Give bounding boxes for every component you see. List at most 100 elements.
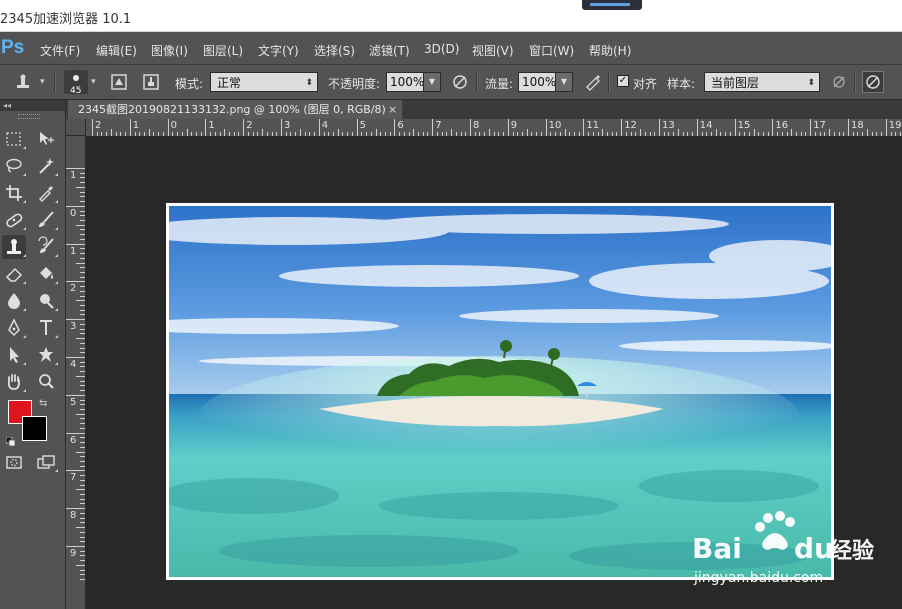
eraser-tool-icon[interactable] bbox=[2, 262, 26, 286]
path-selection-tool-icon[interactable] bbox=[2, 343, 26, 367]
type-tool-icon[interactable] bbox=[34, 316, 58, 340]
brush-tool-icon[interactable] bbox=[34, 208, 58, 232]
ruler-minor-tick bbox=[80, 267, 85, 269]
brush-dropdown-arrow[interactable]: ▾ bbox=[91, 77, 96, 87]
ruler-minor-tick bbox=[389, 132, 391, 136]
hand-tool-icon[interactable] bbox=[2, 370, 26, 394]
ruler-minor-tick bbox=[80, 182, 85, 184]
flow-field[interactable]: 100% bbox=[518, 72, 556, 92]
ruler-minor-tick bbox=[403, 132, 405, 136]
menu-layer[interactable]: 图层(L) bbox=[203, 42, 243, 59]
ruler-minor-tick bbox=[455, 132, 457, 136]
ruler-minor-tick bbox=[195, 132, 197, 136]
marquee-tool-icon[interactable] bbox=[2, 127, 26, 151]
ruler-minor-tick bbox=[80, 574, 85, 576]
brush-preset-picker[interactable]: 45 bbox=[64, 70, 88, 96]
menu-edit[interactable]: 编辑(E) bbox=[96, 42, 137, 59]
ruler-number: 3 bbox=[284, 120, 291, 131]
brush-size-value: 45 bbox=[70, 86, 82, 96]
clone-source-panel-icon[interactable] bbox=[142, 73, 160, 91]
ruler-minor-tick bbox=[80, 380, 85, 382]
custom-shape-tool-icon[interactable] bbox=[34, 343, 58, 367]
ruler-minor-tick bbox=[80, 555, 85, 557]
toggle-brush-panel-icon[interactable] bbox=[110, 73, 128, 91]
ruler-minor-tick bbox=[224, 129, 226, 136]
ruler-minor-tick bbox=[762, 132, 764, 136]
ruler-minor-tick bbox=[76, 375, 85, 377]
pen-tool-icon[interactable] bbox=[2, 316, 26, 340]
ruler-minor-tick bbox=[80, 531, 85, 533]
ruler-minor-tick bbox=[80, 328, 85, 330]
pressure-opacity-icon[interactable] bbox=[451, 73, 469, 91]
menu-3d[interactable]: 3D(D) bbox=[424, 42, 459, 56]
ruler-number: 0 bbox=[170, 120, 177, 131]
sample-label: 样本: bbox=[667, 77, 696, 91]
preset-dropdown-arrow[interactable]: ▾ bbox=[40, 77, 45, 87]
document-tab[interactable]: 2345截图20190821133132.png @ 100% (图层 0, R… bbox=[68, 100, 402, 119]
menu-help[interactable]: 帮助(H) bbox=[589, 42, 631, 59]
vertical-ruler[interactable]: 1 0 1 2 3 4 5 6 7 8 9 bbox=[66, 136, 86, 609]
ruler-minor-tick bbox=[76, 451, 85, 453]
blur-tool-icon[interactable] bbox=[2, 289, 26, 313]
paint-bucket-tool-icon[interactable] bbox=[34, 262, 58, 286]
ruler-minor-tick bbox=[80, 271, 85, 273]
ruler-origin[interactable] bbox=[66, 119, 86, 136]
ruler-minor-tick bbox=[857, 132, 859, 136]
ruler-minor-tick bbox=[80, 234, 85, 236]
mode-select[interactable]: 正常 ⬍ bbox=[210, 72, 318, 92]
clone-stamp-tool-preset-icon[interactable] bbox=[14, 73, 32, 91]
airbrush-icon[interactable] bbox=[584, 73, 602, 91]
spot-healing-brush-icon[interactable] bbox=[2, 208, 26, 232]
aligned-checkbox[interactable]: ✓ bbox=[617, 75, 629, 87]
opacity-dropdown[interactable]: ▼ bbox=[423, 72, 441, 92]
menu-select[interactable]: 选择(S) bbox=[314, 42, 355, 59]
ruler-minor-tick bbox=[80, 399, 85, 401]
quick-mask-icon[interactable] bbox=[2, 450, 26, 474]
flow-dropdown[interactable]: ▼ bbox=[555, 72, 573, 92]
clone-stamp-tool-icon[interactable] bbox=[2, 235, 26, 259]
ruler-minor-tick bbox=[80, 295, 85, 297]
eyedropper-tool-icon[interactable] bbox=[34, 181, 58, 205]
menu-view[interactable]: 视图(V) bbox=[472, 42, 514, 59]
ruler-minor-tick bbox=[229, 132, 231, 136]
ruler-minor-tick bbox=[76, 186, 85, 188]
ruler-minor-tick bbox=[351, 132, 353, 136]
menu-type[interactable]: 文字(Y) bbox=[258, 42, 299, 59]
move-tool-icon[interactable] bbox=[34, 127, 58, 151]
ruler-minor-tick bbox=[337, 129, 339, 136]
default-colors-icon[interactable] bbox=[5, 432, 16, 447]
background-color-swatch[interactable] bbox=[22, 416, 47, 441]
baidu-jingyan-watermark: Bai du 经验 jingyan.baidu.com bbox=[690, 510, 902, 600]
lasso-tool-icon[interactable] bbox=[2, 154, 26, 178]
taskbar-thumbnail[interactable] bbox=[582, 0, 642, 10]
pressure-size-icon[interactable] bbox=[862, 71, 884, 93]
ruler-minor-tick bbox=[299, 129, 301, 136]
crop-tool-icon[interactable] bbox=[2, 181, 26, 205]
sample-select[interactable]: 当前图层 ⬍ bbox=[704, 72, 820, 92]
magic-wand-tool-icon[interactable] bbox=[34, 154, 58, 178]
ruler-minor-tick bbox=[80, 196, 85, 198]
screen-mode-icon[interactable] bbox=[34, 450, 58, 474]
close-tab-icon[interactable]: × bbox=[388, 100, 397, 119]
ruler-minor-tick bbox=[512, 132, 514, 136]
ignore-adjustment-layers-icon[interactable] bbox=[830, 73, 848, 91]
menu-filter[interactable]: 滤镜(T) bbox=[369, 42, 410, 59]
dodge-tool-icon[interactable] bbox=[34, 289, 58, 313]
menu-window[interactable]: 窗口(W) bbox=[529, 42, 574, 59]
history-brush-tool-icon[interactable] bbox=[34, 235, 58, 259]
options-bar: ▾ 45 ▾ 模式: 正常 ⬍ 不透明度: 100% ▼ 流量: 100% ▼ ✓… bbox=[0, 65, 902, 100]
ruler-minor-tick bbox=[80, 352, 85, 354]
menu-image[interactable]: 图像(I) bbox=[151, 42, 188, 59]
swap-colors-icon[interactable]: ⇆ bbox=[39, 398, 47, 409]
opacity-field[interactable]: 100% bbox=[386, 72, 424, 92]
toolbox-collapse-button[interactable]: ◂◂ bbox=[0, 100, 65, 111]
zoom-tool-icon[interactable] bbox=[34, 370, 58, 394]
ruler-minor-tick bbox=[271, 132, 273, 136]
ruler-minor-tick bbox=[153, 132, 155, 136]
horizontal-ruler[interactable]: 2 1 0 1 2 3 4 5 6 7 8 9 10 11 12 13 14 15 16 17 18 19 bbox=[86, 119, 902, 137]
ruler-number: 8 bbox=[473, 120, 480, 131]
menu-file[interactable]: 文件(F) bbox=[40, 42, 80, 59]
toolbox-grip[interactable] bbox=[18, 114, 40, 119]
ruler-tick bbox=[66, 394, 85, 396]
ruler-number: 5 bbox=[359, 120, 366, 131]
